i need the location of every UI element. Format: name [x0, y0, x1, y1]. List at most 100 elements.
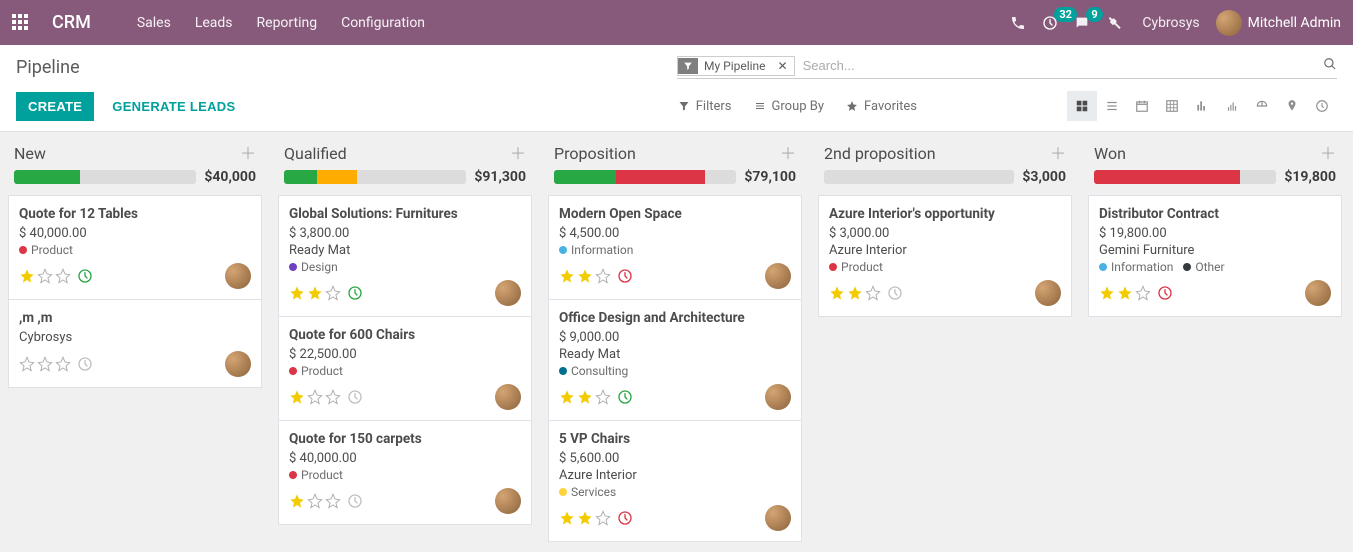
star-icon[interactable]	[559, 510, 575, 526]
column-title[interactable]: 2nd proposition	[824, 144, 1050, 163]
priority-stars[interactable]	[559, 510, 611, 526]
assignee-avatar[interactable]	[495, 384, 521, 410]
star-icon[interactable]	[37, 356, 53, 372]
priority-stars[interactable]	[559, 389, 611, 405]
activity-icon[interactable]	[887, 285, 903, 301]
brand[interactable]: CRM	[52, 12, 91, 33]
star-icon[interactable]	[325, 389, 341, 405]
column-add-icon[interactable]: ＋	[240, 146, 256, 162]
search-icon[interactable]	[1323, 57, 1337, 75]
activity-icon[interactable]	[617, 268, 633, 284]
tools-icon[interactable]	[1106, 15, 1122, 31]
menu-configuration[interactable]: Configuration	[341, 15, 425, 31]
star-icon[interactable]	[559, 389, 575, 405]
star-icon[interactable]	[595, 268, 611, 284]
search-facet-remove-icon[interactable]: ✕	[772, 57, 794, 75]
star-icon[interactable]	[865, 285, 881, 301]
star-icon[interactable]	[1117, 285, 1133, 301]
tag[interactable]: Product	[829, 260, 883, 274]
kanban-card[interactable]: Global Solutions: Furnitures$ 3,800.00Re…	[278, 195, 532, 317]
star-icon[interactable]	[289, 285, 305, 301]
tag[interactable]: Consulting	[559, 364, 628, 378]
kanban-card[interactable]: Quote for 150 carpets$ 40,000.00Product	[278, 421, 532, 525]
star-icon[interactable]	[577, 510, 593, 526]
menu-sales[interactable]: Sales	[137, 15, 171, 31]
assignee-avatar[interactable]	[1035, 280, 1061, 306]
priority-stars[interactable]	[559, 268, 611, 284]
column-title[interactable]: Won	[1094, 144, 1320, 163]
star-icon[interactable]	[19, 268, 35, 284]
apps-icon[interactable]	[12, 14, 30, 32]
view-calendar-icon[interactable]	[1127, 91, 1157, 121]
menu-reporting[interactable]: Reporting	[257, 15, 318, 31]
kanban-card[interactable]: Modern Open Space$ 4,500.00Information	[548, 195, 802, 300]
activity-icon[interactable]	[347, 285, 363, 301]
view-pivot-icon[interactable]	[1157, 91, 1187, 121]
progress-segment[interactable]	[284, 170, 317, 184]
column-title[interactable]: Qualified	[284, 144, 510, 163]
star-icon[interactable]	[595, 389, 611, 405]
create-button[interactable]: CREATE	[16, 92, 94, 121]
kanban-card[interactable]: ,m ,mCybrosys	[8, 300, 262, 388]
star-icon[interactable]	[37, 268, 53, 284]
column-title[interactable]: New	[14, 144, 240, 163]
tag[interactable]: Design	[289, 260, 338, 274]
menu-leads[interactable]: Leads	[195, 15, 233, 31]
priority-stars[interactable]	[829, 285, 881, 301]
view-kanban-icon[interactable]	[1067, 91, 1097, 121]
activity-icon[interactable]	[77, 356, 93, 372]
view-list-icon[interactable]	[1097, 91, 1127, 121]
assignee-avatar[interactable]	[765, 505, 791, 531]
view-cohort-icon[interactable]	[1217, 91, 1247, 121]
star-icon[interactable]	[325, 493, 341, 509]
progress-segment[interactable]	[616, 170, 705, 184]
star-icon[interactable]	[1135, 285, 1151, 301]
activity-icon[interactable]	[617, 389, 633, 405]
star-icon[interactable]	[847, 285, 863, 301]
kanban-card[interactable]: Quote for 12 Tables$ 40,000.00Product	[8, 195, 262, 300]
favorites-button[interactable]: Favorites	[846, 99, 917, 114]
user-menu[interactable]: Mitchell Admin	[1216, 10, 1341, 36]
assignee-avatar[interactable]	[765, 384, 791, 410]
priority-stars[interactable]	[289, 389, 341, 405]
progress-segment[interactable]	[317, 170, 357, 184]
star-icon[interactable]	[577, 389, 593, 405]
kanban-card[interactable]: Quote for 600 Chairs$ 22,500.00Product	[278, 317, 532, 421]
view-graph-icon[interactable]	[1187, 91, 1217, 121]
tag[interactable]: Information	[1099, 260, 1173, 274]
priority-stars[interactable]	[1099, 285, 1151, 301]
activity-icon[interactable]	[77, 268, 93, 284]
company-switcher[interactable]: Cybrosys	[1138, 15, 1199, 31]
star-icon[interactable]	[289, 389, 305, 405]
kanban-card[interactable]: Office Design and Architecture$ 9,000.00…	[548, 300, 802, 421]
progress-segment[interactable]	[14, 170, 80, 184]
column-add-icon[interactable]: ＋	[1050, 146, 1066, 162]
messages-icon[interactable]: 9	[1074, 15, 1090, 31]
search-facet[interactable]: My Pipeline ✕	[677, 56, 795, 76]
assignee-avatar[interactable]	[765, 263, 791, 289]
kanban-card[interactable]: Distributor Contract$ 19,800.00Gemini Fu…	[1088, 195, 1342, 317]
star-icon[interactable]	[289, 493, 305, 509]
star-icon[interactable]	[307, 389, 323, 405]
view-dashboard-icon[interactable]	[1247, 91, 1277, 121]
view-map-icon[interactable]	[1277, 91, 1307, 121]
tag[interactable]: Information	[559, 243, 633, 257]
phone-icon[interactable]	[1010, 15, 1026, 31]
star-icon[interactable]	[307, 285, 323, 301]
assignee-avatar[interactable]	[225, 351, 251, 377]
column-title[interactable]: Proposition	[554, 144, 780, 163]
star-icon[interactable]	[55, 268, 71, 284]
activities-icon[interactable]: 32	[1042, 15, 1058, 31]
priority-stars[interactable]	[289, 285, 341, 301]
star-icon[interactable]	[829, 285, 845, 301]
tag[interactable]: Product	[19, 243, 73, 257]
activity-icon[interactable]	[347, 389, 363, 405]
star-icon[interactable]	[307, 493, 323, 509]
tag[interactable]: Other	[1183, 260, 1224, 274]
star-icon[interactable]	[559, 268, 575, 284]
progress-segment[interactable]	[1094, 170, 1240, 184]
tag[interactable]: Product	[289, 364, 343, 378]
column-add-icon[interactable]: ＋	[780, 146, 796, 162]
star-icon[interactable]	[325, 285, 341, 301]
filters-button[interactable]: Filters	[678, 99, 732, 114]
